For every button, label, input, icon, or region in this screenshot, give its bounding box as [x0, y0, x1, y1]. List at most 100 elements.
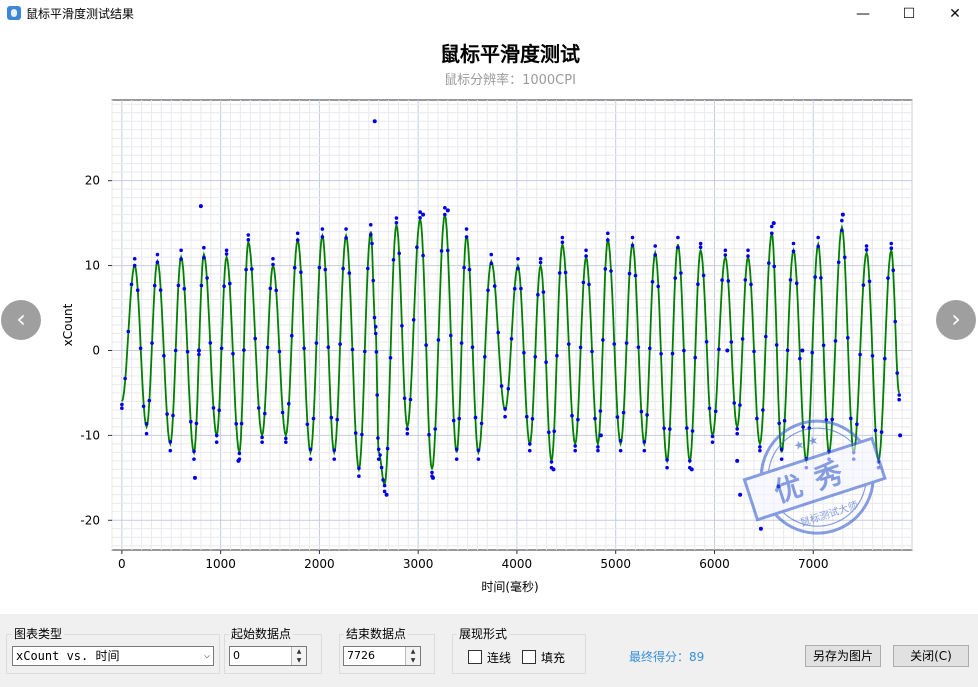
fill-checkbox[interactable]: 填充: [522, 649, 565, 666]
data-point: [182, 286, 187, 291]
data-point: [897, 393, 901, 397]
minimize-button[interactable]: —: [840, 0, 886, 28]
start-point-input[interactable]: 0 ▲ ▼: [229, 646, 307, 666]
data-point: [670, 351, 675, 356]
data-point: [738, 403, 742, 407]
data-point: [536, 292, 540, 297]
data-point: [573, 448, 578, 453]
app-icon: [7, 6, 21, 20]
data-point: [630, 235, 635, 240]
data-point: [584, 248, 588, 253]
data-point: [421, 253, 425, 258]
data-point: [135, 288, 140, 293]
data-point: [467, 267, 472, 272]
data-point: [350, 347, 355, 352]
data-point: [391, 258, 396, 262]
data-point: [388, 356, 393, 360]
data-point: [636, 345, 641, 350]
data-point: [642, 448, 647, 453]
spin-arrows-icon[interactable]: ▲ ▼: [291, 647, 306, 665]
data-point: [889, 241, 894, 246]
data-point: [439, 249, 444, 253]
data-point: [179, 248, 183, 253]
chart-title: 鼠标平滑度测试: [440, 42, 580, 66]
outlier-point: [196, 348, 201, 353]
prev-chart-button[interactable]: ‹: [1, 300, 41, 340]
data-point: [836, 260, 841, 265]
close-window-button[interactable]: ✕: [932, 0, 978, 28]
data-point: [462, 265, 466, 270]
data-point: [843, 255, 847, 260]
data-point: [665, 465, 669, 470]
data-point: [120, 406, 124, 411]
data-point: [735, 427, 739, 431]
data-point: [411, 318, 416, 322]
data-point: [244, 267, 248, 272]
outlier-point: [840, 212, 845, 217]
chevron-down-icon: ⌵: [203, 650, 210, 661]
data-point: [132, 263, 137, 268]
data-point: [624, 341, 629, 345]
data-point: [295, 231, 300, 236]
outlier-point: [551, 467, 556, 472]
data-point: [120, 402, 124, 407]
data-point: [370, 241, 374, 246]
save-image-button[interactable]: 另存为图片: [805, 645, 881, 667]
data-point: [369, 232, 373, 237]
data-point: [317, 265, 322, 270]
data-point: [194, 421, 199, 426]
data-point: [372, 315, 377, 320]
outlier-point: [192, 475, 197, 480]
data-point: [772, 264, 776, 269]
connect-checkbox[interactable]: 连线: [468, 649, 511, 666]
data-point: [538, 260, 543, 265]
close-button[interactable]: 关闭(C): [893, 645, 969, 667]
data-point: [688, 459, 692, 463]
data-point: [242, 348, 246, 352]
y-tick-label: -10: [80, 428, 100, 442]
x-tick-label: 1000: [205, 557, 236, 571]
end-point-input[interactable]: 7726 ▲ ▼: [343, 646, 421, 666]
data-point: [819, 276, 823, 280]
spin-arrows-icon[interactable]: ▲ ▼: [405, 647, 420, 665]
data-point: [642, 440, 647, 444]
data-point: [246, 238, 251, 242]
data-point: [329, 415, 334, 420]
data-point: [503, 414, 507, 419]
data-point: [284, 440, 288, 444]
checkbox-icon: [468, 650, 482, 664]
data-point: [376, 457, 381, 461]
data-point: [710, 440, 715, 444]
data-point: [570, 413, 574, 418]
data-point: [770, 231, 774, 236]
data-point: [138, 346, 143, 351]
data-point: [499, 384, 504, 388]
data-point: [788, 278, 793, 282]
data-point: [693, 355, 697, 360]
data-point: [443, 212, 447, 217]
chart-type-select[interactable]: xCount vs. 时间 ⌵: [12, 646, 214, 666]
data-point: [726, 279, 731, 283]
data-point: [653, 253, 657, 257]
star-icon: ★ ★: [792, 432, 820, 453]
data-point: [147, 398, 152, 403]
data-point: [547, 430, 551, 435]
data-point: [371, 278, 376, 283]
data-point: [743, 278, 748, 282]
data-point: [176, 283, 181, 288]
data-point: [717, 347, 721, 352]
data-point: [528, 442, 532, 446]
data-point: [679, 271, 683, 275]
data-point: [541, 290, 546, 294]
data-point: [402, 396, 407, 401]
start-point-label: 起始数据点: [229, 625, 294, 642]
data-point: [260, 440, 264, 444]
data-point: [335, 417, 340, 422]
maximize-button[interactable]: ☐: [886, 0, 932, 28]
outlier-point: [735, 458, 740, 463]
data-point: [205, 276, 209, 280]
next-chart-button[interactable]: ›: [936, 300, 976, 340]
chart-subtitle: 鼠标分辨率：1000CPI: [444, 72, 576, 88]
data-point: [682, 348, 686, 353]
data-point: [347, 271, 352, 275]
